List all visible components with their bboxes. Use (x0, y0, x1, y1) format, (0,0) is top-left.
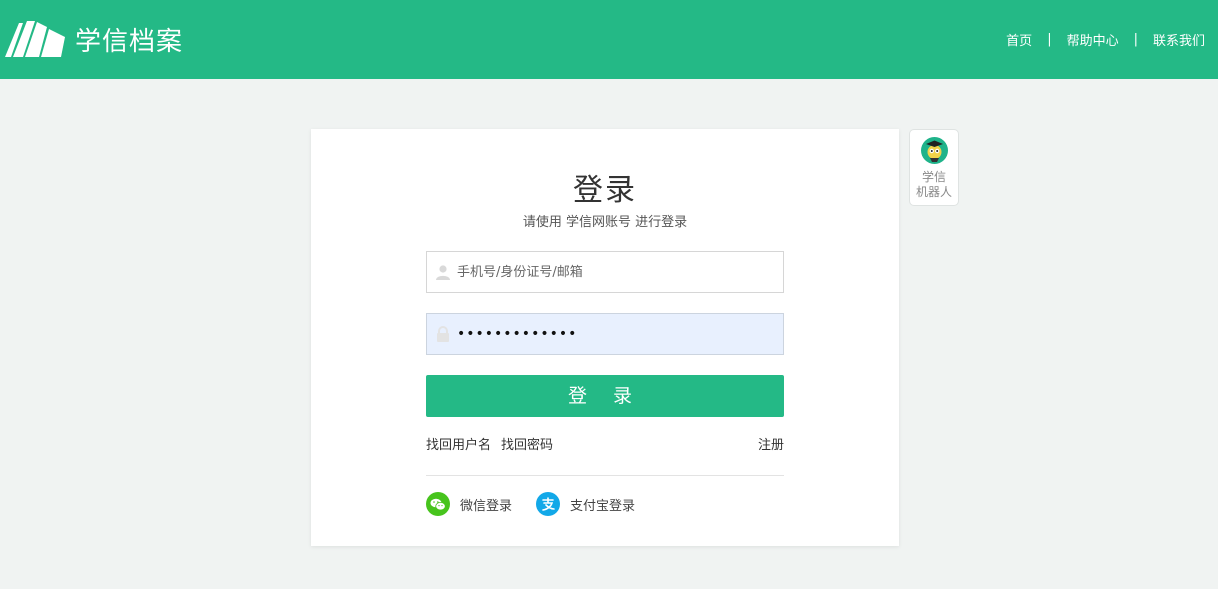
wechat-icon (426, 492, 450, 516)
alipay-login-label: 支付宝登录 (570, 498, 636, 514)
robot-label-line1: 学信 (921, 170, 946, 184)
nav-contact-link[interactable]: 联系我们 (1153, 30, 1205, 49)
login-card: 登录 请使用 学信网账号 进行登录 ••••••••••••• 登 录 找回用户… (311, 129, 899, 546)
user-icon (429, 264, 457, 280)
login-title: 登录 (573, 173, 637, 208)
password-field[interactable]: ••••••••••••• (426, 313, 784, 355)
wechat-login-button[interactable]: 微信登录 (426, 492, 512, 516)
username-input[interactable] (457, 253, 767, 291)
robot-assistant-button[interactable]: 学信 机器人 (909, 129, 959, 206)
find-password-link[interactable]: 找回密码 (501, 434, 553, 453)
site-logo[interactable]: 学信档案 (5, 19, 183, 59)
lock-icon (429, 326, 457, 342)
alipay-login-button[interactable]: 支付宝登录 (536, 492, 635, 516)
divider (426, 475, 784, 476)
nav-home-link[interactable]: 首页 (1006, 30, 1032, 49)
book-pages-icon (5, 21, 65, 57)
account-links: 找回用户名 找回密码 注册 (426, 434, 784, 453)
username-field[interactable] (426, 251, 784, 293)
top-nav: 首页 | 帮助中心 | 联系我们 (1006, 30, 1205, 49)
logo-text: 学信档案 (75, 26, 184, 57)
nav-separator: | (1047, 32, 1052, 47)
wechat-login-label: 微信登录 (460, 498, 513, 514)
find-username-link[interactable]: 找回用户名 (426, 434, 491, 453)
third-party-login: 微信登录 支付宝登录 (426, 492, 635, 516)
login-subtitle: 请使用 学信网账号 进行登录 (522, 215, 688, 230)
top-header: 学信档案 首页 | 帮助中心 | 联系我们 (0, 0, 1218, 79)
robot-label-line2: 机器人 (915, 185, 952, 199)
password-input[interactable]: ••••••••••••• (457, 326, 577, 342)
robot-avatar-icon (921, 137, 948, 164)
alipay-icon (536, 492, 561, 516)
register-link[interactable]: 注册 (758, 434, 784, 453)
nav-help-link[interactable]: 帮助中心 (1067, 30, 1119, 49)
login-button[interactable]: 登 录 (426, 375, 784, 417)
nav-separator: | (1133, 32, 1138, 47)
